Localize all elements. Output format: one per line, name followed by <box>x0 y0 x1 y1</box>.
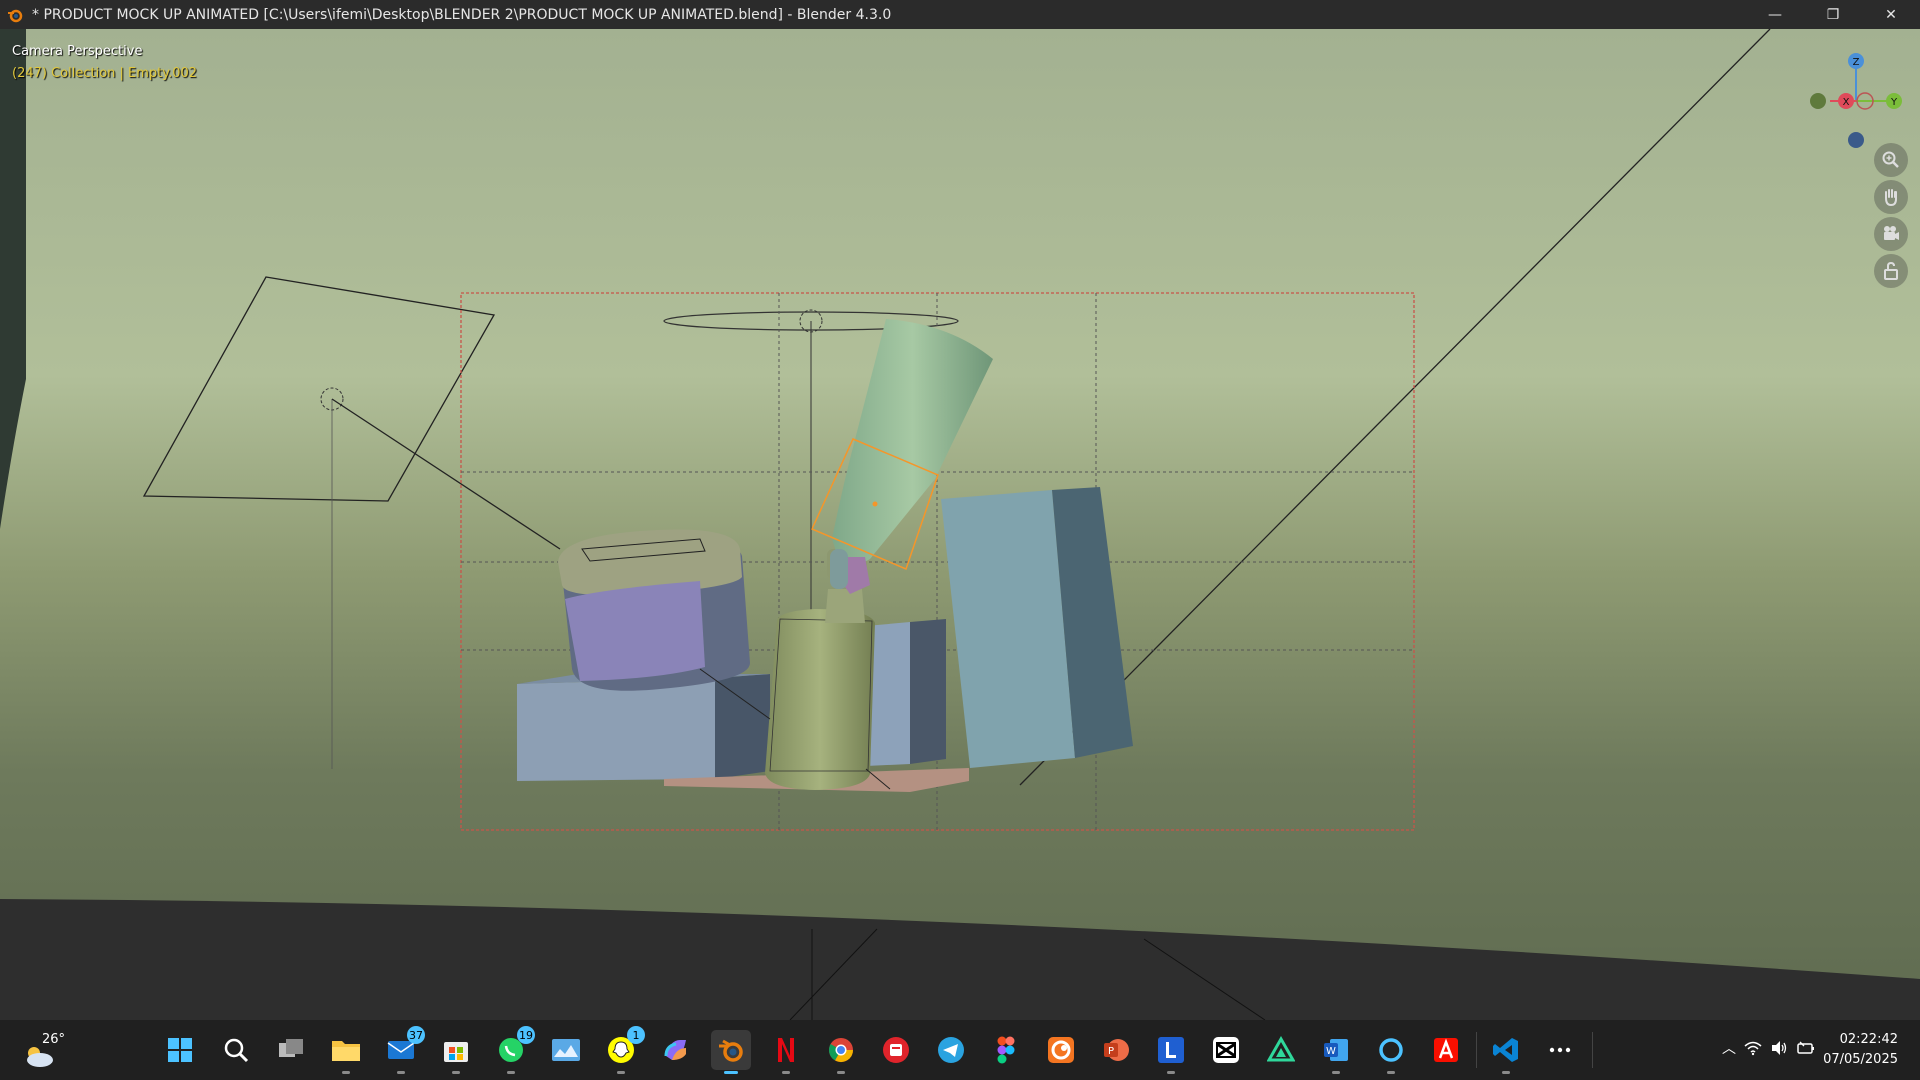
running-indicator <box>724 1071 738 1074</box>
powerpoint-icon[interactable]: P <box>1096 1030 1136 1070</box>
clock-date: 07/05/2025 <box>1823 1052 1898 1067</box>
photos-icon[interactable] <box>546 1030 586 1070</box>
file-explorer-icon[interactable] <box>326 1030 366 1074</box>
battery-icon[interactable] <box>1796 1040 1816 1056</box>
gizmo-x-label: X <box>1843 97 1850 108</box>
system-tray: ︿ <box>1722 1038 1816 1058</box>
microsoft-store-icon[interactable] <box>436 1030 476 1074</box>
running-indicator <box>1502 1071 1510 1074</box>
svg-text:W: W <box>1326 1046 1336 1057</box>
snapchat-icon[interactable]: 1 <box>601 1026 645 1074</box>
navigation-gizmo[interactable]: Z X Y <box>1800 39 1910 149</box>
chrome-icon[interactable] <box>821 1030 861 1074</box>
more-icon[interactable] <box>1540 1030 1580 1070</box>
word-icon[interactable]: W <box>1316 1030 1356 1074</box>
chevron-up-icon[interactable]: ︿ <box>1722 1038 1736 1058</box>
view-name: Camera Perspective <box>12 44 143 59</box>
object-info: (247) Collection | Empty.002 <box>12 66 198 81</box>
telegram-icon[interactable] <box>931 1030 971 1070</box>
vscode-icon[interactable] <box>1486 1030 1526 1074</box>
figma-icon[interactable] <box>986 1030 1026 1070</box>
search-icon[interactable] <box>216 1030 256 1070</box>
capcut-icon[interactable] <box>1206 1030 1246 1070</box>
running-indicator <box>1167 1071 1175 1074</box>
weather-temp: 26° <box>42 1032 66 1047</box>
title-bar: * PRODUCT MOCK UP ANIMATED [C:\Users\ife… <box>0 0 1920 29</box>
viewport-scene[interactable] <box>0 29 1920 1020</box>
3d-viewport[interactable]: Camera Perspective (247) Collection | Em… <box>0 29 1920 1020</box>
minimize-button[interactable]: — <box>1746 0 1804 29</box>
svg-text:P: P <box>1108 1046 1114 1057</box>
notification-badge: 37 <box>407 1026 425 1044</box>
camera-view-icon[interactable] <box>1874 217 1908 251</box>
pdf-icon[interactable] <box>876 1030 916 1070</box>
task-view-icon[interactable] <box>271 1030 311 1070</box>
partly-cloudy-icon <box>27 1047 53 1067</box>
cortana-icon[interactable] <box>1371 1030 1411 1074</box>
close-button[interactable]: ✕ <box>1862 0 1920 29</box>
whatsapp-icon[interactable]: 19 <box>491 1026 535 1074</box>
running-indicator <box>1387 1071 1395 1074</box>
lock-icon[interactable] <box>1874 254 1908 288</box>
running-indicator <box>782 1071 790 1074</box>
netflix-icon[interactable] <box>766 1030 806 1074</box>
mail-icon[interactable]: 37 <box>381 1026 425 1074</box>
running-indicator <box>617 1071 625 1074</box>
zoom-icon[interactable] <box>1874 143 1908 177</box>
gizmo-y-label: Y <box>1890 97 1898 108</box>
running-indicator <box>507 1071 515 1074</box>
pan-hand-icon[interactable] <box>1874 180 1908 214</box>
notification-badge: 1 <box>627 1026 645 1044</box>
running-indicator <box>837 1071 845 1074</box>
volume-icon[interactable] <box>1770 1040 1788 1056</box>
weather-widget[interactable]: 26° <box>20 1032 80 1068</box>
wifi-icon[interactable] <box>1744 1040 1762 1056</box>
blender-icon[interactable] <box>711 1030 751 1074</box>
clock[interactable]: 02:22:42 07/05/2025 <box>1823 1030 1898 1070</box>
blender-icon <box>6 6 24 24</box>
window-title: * PRODUCT MOCK UP ANIMATED [C:\Users\ife… <box>32 6 892 23</box>
l-app-icon[interactable] <box>1151 1030 1191 1074</box>
viewport-hud: Camera Perspective (247) Collection | Em… <box>12 41 197 85</box>
running-indicator <box>1332 1071 1340 1074</box>
running-indicator <box>397 1071 405 1074</box>
maximize-button[interactable]: ❐ <box>1804 0 1862 29</box>
acrobat-icon[interactable] <box>1426 1030 1466 1070</box>
taskbar: 26° 37 19 1 P W ︿ 02:22:42 07/05/2025 <box>0 1020 1920 1080</box>
copilot-icon[interactable] <box>656 1030 696 1070</box>
start-icon[interactable] <box>160 1030 200 1070</box>
running-indicator <box>452 1071 460 1074</box>
clock-time: 02:22:42 <box>1839 1032 1898 1047</box>
crunchyroll-icon[interactable] <box>1041 1030 1081 1070</box>
running-indicator <box>342 1071 350 1074</box>
gizmo-z-label: Z <box>1853 57 1860 68</box>
triangle-app-icon[interactable] <box>1261 1030 1301 1070</box>
notification-badge: 19 <box>517 1026 535 1044</box>
